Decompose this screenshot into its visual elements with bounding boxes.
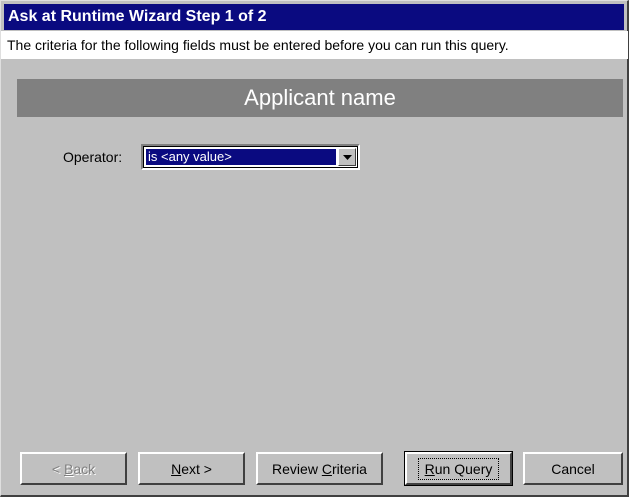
dropdown-button[interactable]	[338, 148, 356, 166]
operator-label: Operator:	[63, 149, 123, 165]
instruction-text: The criteria for the following fields mu…	[1, 31, 628, 59]
next-button-label: Next >	[171, 460, 212, 477]
field-header: Applicant name	[17, 79, 623, 117]
cancel-button[interactable]: Cancel	[523, 452, 623, 485]
next-button[interactable]: Next >	[138, 452, 245, 485]
chevron-down-icon	[342, 154, 352, 160]
back-button-label: < Back	[51, 460, 96, 477]
run-query-button[interactable]: Run Query	[404, 451, 513, 486]
wizard-dialog: Ask at Runtime Wizard Step 1 of 2 The cr…	[0, 0, 629, 497]
operator-selected-value: is <any value>	[146, 149, 336, 165]
operator-dropdown[interactable]: is <any value>	[141, 144, 360, 170]
run-query-button-label: Run Query	[417, 457, 500, 480]
title-bar[interactable]: Ask at Runtime Wizard Step 1 of 2	[4, 4, 624, 30]
back-button[interactable]: < Back	[20, 452, 127, 485]
review-criteria-button[interactable]: Review Criteria	[256, 452, 383, 485]
review-criteria-button-label: Review Criteria	[272, 460, 367, 477]
cancel-button-label: Cancel	[551, 460, 595, 477]
window-title: Ask at Runtime Wizard Step 1 of 2	[8, 8, 267, 25]
